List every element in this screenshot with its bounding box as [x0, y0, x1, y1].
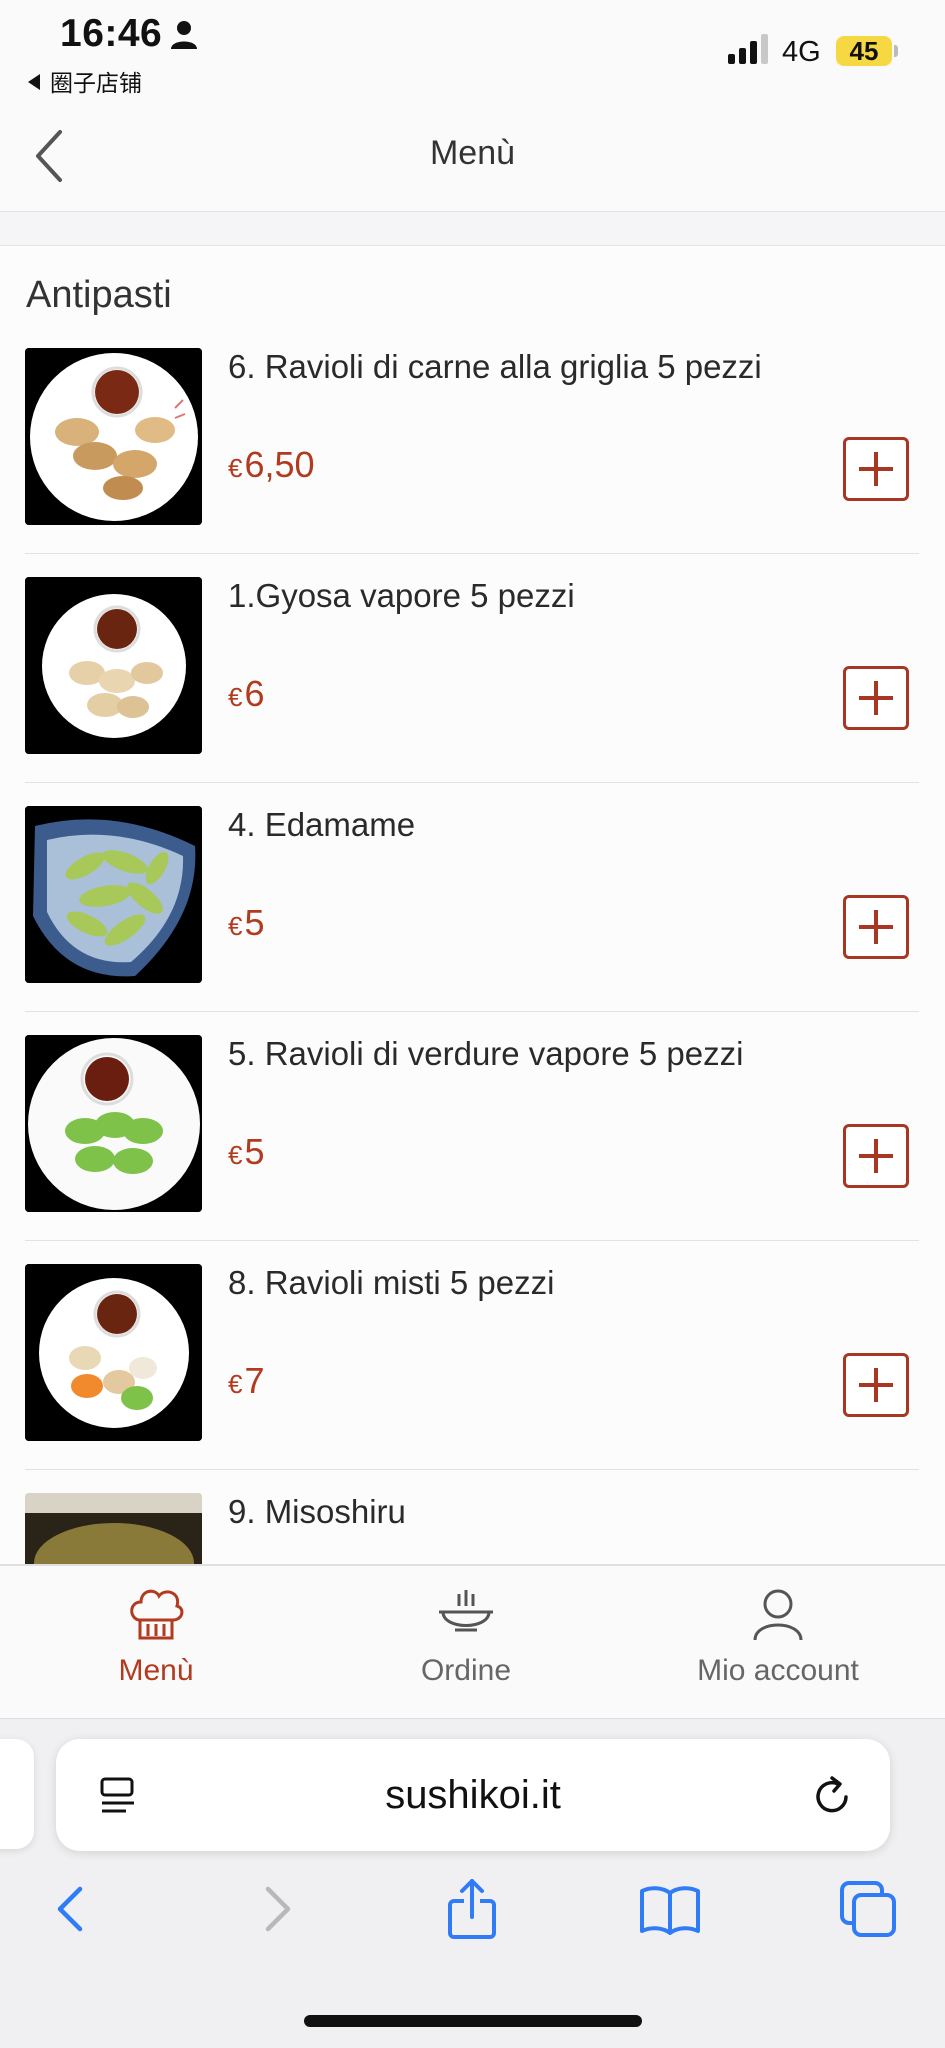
user-icon [753, 1589, 803, 1641]
menu-item[interactable]: 5. Ravioli di verdure vapore 5 pezzi €5 [0, 1035, 945, 1264]
back-arrow-icon[interactable] [42, 1879, 102, 1939]
share-icon[interactable] [442, 1879, 502, 1939]
page-header: Menù [0, 100, 945, 212]
item-name: 8. Ravioli misti 5 pezzi [228, 1264, 555, 1301]
item-name: 5. Ravioli di verdure vapore 5 pezzi [228, 1035, 744, 1072]
back-triangle-icon [28, 74, 40, 90]
food-image [25, 1035, 202, 1212]
item-price: €5 [228, 902, 265, 943]
tab-menu-label: Menù [118, 1654, 194, 1687]
back-to-app-link[interactable]: 圈子店铺 [28, 64, 142, 98]
add-to-cart-button[interactable] [843, 437, 909, 501]
add-to-cart-button[interactable] [843, 666, 909, 730]
menu-item[interactable]: 9. Misoshiru [0, 1493, 945, 1564]
menu-item[interactable]: 4. Edamame €5 [0, 806, 945, 1035]
address-bar[interactable]: sushikoi.it [56, 1739, 890, 1851]
item-divider [25, 1469, 919, 1470]
battery-tip [894, 45, 898, 57]
bottom-tab-bar: Menù Ordine Mio account [0, 1564, 945, 1718]
menu-item[interactable]: 6. Ravioli di carne alla griglia 5 pezzi… [0, 348, 945, 577]
item-price: €7 [228, 1360, 265, 1401]
tab-ordine-label: Ordine [420, 1654, 512, 1687]
tabs-icon[interactable] [838, 1879, 898, 1939]
person-icon [171, 21, 197, 49]
page-title: Menù [429, 134, 516, 172]
add-to-cart-button[interactable] [843, 1124, 909, 1188]
home-indicator [304, 2015, 642, 2027]
item-name: 4. Edamame [228, 806, 416, 843]
item-price: €6 [228, 673, 265, 714]
browser-toolbar: sushikoi.it [0, 1718, 945, 2048]
back-app-label: 圈子店铺 [50, 70, 142, 96]
menu-list[interactable]: Antipasti 6. Ravioli di carne alla grigl… [0, 246, 945, 1564]
reload-icon[interactable] [812, 1775, 854, 1817]
food-image [25, 1493, 202, 1564]
item-price: €5 [228, 1131, 265, 1172]
item-name: 1.Gyosa vapore 5 pezzi [228, 577, 575, 614]
add-to-cart-button[interactable] [843, 895, 909, 959]
battery-indicator: 45 [836, 36, 892, 66]
tab-menu[interactable]: Menù [6, 1584, 306, 1688]
bowl-icon [439, 1590, 493, 1632]
item-name: 9. Misoshiru [228, 1493, 406, 1530]
item-divider [25, 782, 919, 783]
tab-account[interactable]: Mio account [628, 1584, 928, 1688]
item-divider [25, 1240, 919, 1241]
item-divider [25, 553, 919, 554]
section-title: Antipasti [26, 274, 172, 316]
food-image [25, 806, 202, 983]
tab-ordine[interactable]: Ordine [316, 1584, 616, 1688]
tab-account-label: Mio account [697, 1654, 859, 1687]
menu-item[interactable]: 8. Ravioli misti 5 pezzi €7 [0, 1264, 945, 1493]
add-to-cart-button[interactable] [843, 1353, 909, 1417]
status-bar: 16:46 圈子店铺 4G 45 [0, 0, 945, 100]
previous-tab-card[interactable] [0, 1739, 34, 1849]
network-type: 4G [782, 36, 821, 68]
item-name: 6. Ravioli di carne alla griglia 5 pezzi [228, 348, 762, 385]
food-image [25, 348, 202, 525]
forward-arrow-icon[interactable] [246, 1879, 306, 1939]
header-separator [0, 212, 945, 246]
item-price: €6,50 [228, 444, 315, 485]
chef-hat-icon [130, 1589, 184, 1640]
bookmarks-icon[interactable] [640, 1879, 700, 1939]
url-text: sushikoi.it [385, 1773, 561, 1817]
food-image [25, 1264, 202, 1441]
menu-item[interactable]: 1.Gyosa vapore 5 pezzi €6 [0, 577, 945, 806]
cellular-signal-icon [728, 34, 768, 64]
food-image [25, 577, 202, 754]
status-time: 16:46 [60, 12, 163, 55]
item-divider [25, 1011, 919, 1012]
